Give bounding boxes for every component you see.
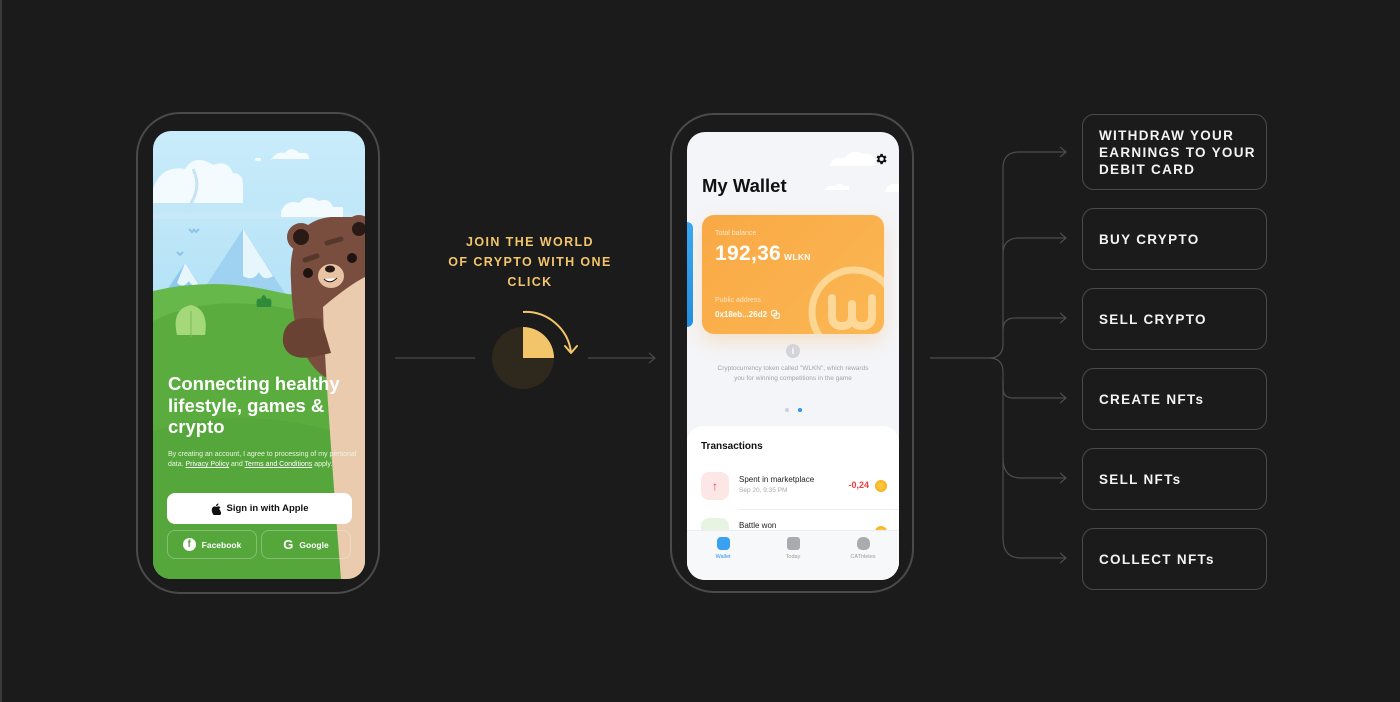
tab-today-label: Today [785, 554, 801, 560]
option-collect-nfts-label: COLLECT NFTs [1099, 551, 1215, 567]
option-sell-nfts-label: SELL NFTs [1099, 471, 1182, 487]
settings-gear-icon[interactable] [874, 152, 888, 166]
wallet-icon [716, 537, 730, 550]
wallet-title: My Wallet [702, 175, 787, 196]
tab-wallet-label: Wallet [715, 554, 731, 560]
transaction-date: Sep 20, 9:35 PM [739, 487, 788, 494]
option-withdraw-line-1: WITHDRAW YOUR [1099, 127, 1235, 143]
total-balance-label: Total balance [715, 230, 757, 237]
total-balance-value: 192,36 WLKN [715, 242, 811, 266]
tab-cathletes[interactable]: CAThletes [833, 537, 893, 560]
public-address: 0x18eb...26d2 [715, 310, 780, 319]
tab-cathletes-label: CAThletes [850, 554, 876, 560]
legal-and: and [229, 461, 245, 468]
transaction-divider [739, 509, 899, 510]
option-collect-nfts[interactable]: COLLECT NFTs [1082, 528, 1267, 590]
tagline-line-1: JOIN THE WORLD [466, 235, 594, 249]
google-button[interactable]: G Google [261, 530, 351, 559]
google-icon: G [283, 537, 294, 552]
bottom-tab-bar: Wallet Today CAThletes [687, 530, 899, 580]
option-sell-nfts[interactable]: SELL NFTs [1082, 448, 1267, 510]
tagline-line-2: OF CRYPTO WITH ONE [448, 255, 612, 269]
transaction-name: Battle won [739, 521, 777, 530]
transaction-name: Spent in marketplace [739, 475, 815, 484]
balance-amount: 192,36 [715, 242, 782, 265]
option-withdraw-line-3: DEBIT CARD [1099, 161, 1196, 177]
option-create-nfts[interactable]: CREATE NFTs [1082, 368, 1267, 430]
option-buy-crypto-label: BUY CRYPTO [1099, 231, 1200, 247]
branch-connector [930, 146, 1067, 564]
tab-wallet[interactable]: Wallet [693, 537, 753, 560]
sign-in-apple-button[interactable]: Sign in with Apple [167, 493, 352, 524]
join-tagline: JOIN THE WORLD OF CRYPTO WITH ONE CLICK [430, 232, 630, 292]
transaction-amount: -0,24 [848, 480, 869, 490]
carousel-dot-2[interactable] [798, 408, 802, 412]
onboarding-phone-frame: Connecting healthy lifestyle, games & cr… [136, 112, 380, 594]
coin-icon [875, 480, 887, 492]
carousel-dots [785, 408, 802, 412]
option-withdraw-label: WITHDRAW YOUR EARNINGS TO YOUR DEBIT CAR… [1099, 127, 1256, 178]
arrow-up-icon: ↑ [701, 472, 729, 500]
wallet-phone-frame: My Wallet Total balance 192,36 WLKN Publi… [670, 113, 914, 593]
wallet-screen: My Wallet Total balance 192,36 WLKN Publi… [687, 132, 899, 580]
option-create-nfts-label: CREATE NFTs [1099, 391, 1205, 407]
option-sell-crypto-label: SELL CRYPTO [1099, 311, 1207, 327]
option-withdraw-earnings[interactable]: WITHDRAW YOUR EARNINGS TO YOUR DEBIT CAR… [1082, 114, 1267, 190]
onboarding-screen: Connecting healthy lifestyle, games & cr… [153, 131, 365, 579]
info-icon[interactable]: i [786, 344, 800, 358]
cat-icon [856, 537, 870, 550]
legal-consent-text: By creating an account, I agree to proce… [168, 450, 358, 470]
transactions-title: Transactions [701, 441, 763, 452]
public-address-value: 0x18eb...26d2 [715, 310, 768, 319]
transaction-row[interactable]: ↑ Spent in marketplace Sep 20, 9:35 PM -… [701, 472, 891, 502]
facebook-button-label: Facebook [201, 539, 242, 550]
legal-suffix: apply. [312, 461, 333, 468]
terms-link[interactable]: Terms and Conditions [245, 461, 313, 468]
progress-quarter-fill [523, 327, 554, 358]
wlkn-logo-icon [808, 266, 884, 334]
apple-button-label: Sign in with Apple [226, 503, 309, 514]
public-address-label: Public address [715, 297, 761, 304]
one-click-connector [395, 310, 656, 389]
left-edge-divider [0, 0, 2, 702]
option-sell-crypto[interactable]: SELL CRYPTO [1082, 288, 1267, 350]
previous-card-peek[interactable] [687, 222, 693, 327]
google-button-label: Google [299, 539, 329, 550]
tagline-line-3: CLICK [507, 275, 553, 289]
option-withdraw-line-2: EARNINGS TO YOUR [1099, 144, 1256, 160]
calendar-check-icon [786, 537, 800, 550]
facebook-icon: f [182, 538, 196, 551]
carousel-dot-1[interactable] [785, 408, 789, 412]
apple-icon [211, 503, 221, 515]
balance-card[interactable]: Total balance 192,36 WLKN Public address … [702, 215, 884, 334]
copy-icon[interactable] [771, 310, 780, 319]
privacy-policy-link[interactable]: Privacy Policy [186, 461, 230, 468]
token-info-text: Cryptocurrency token called "WLKN", whic… [717, 365, 869, 382]
tab-today[interactable]: Today [763, 537, 823, 560]
onboarding-headline: Connecting healthy lifestyle, games & cr… [168, 373, 340, 437]
option-buy-crypto[interactable]: BUY CRYPTO [1082, 208, 1267, 270]
facebook-button[interactable]: f Facebook [167, 530, 257, 559]
balance-unit: WLKN [784, 252, 811, 262]
